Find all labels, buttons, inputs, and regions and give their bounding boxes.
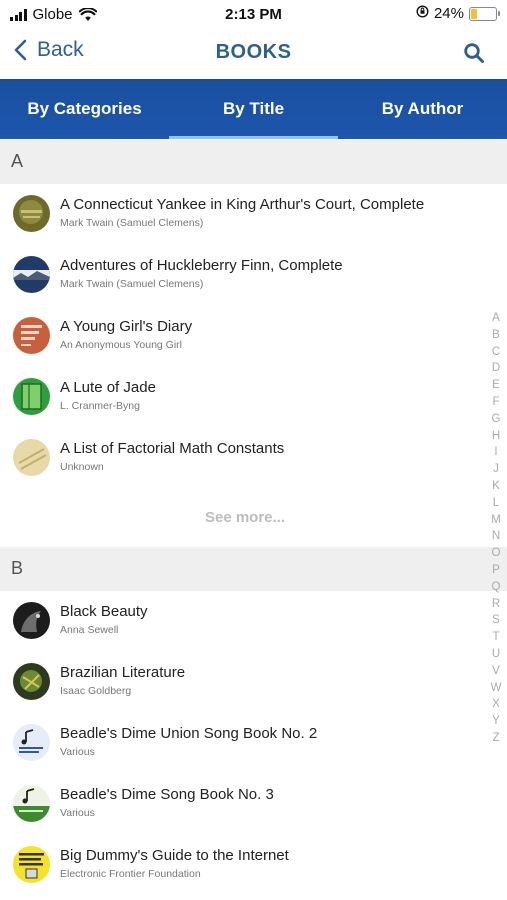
index-letter-d[interactable]: D — [489, 360, 503, 377]
book-title: A Young Girl's Diary — [60, 318, 193, 335]
book-title: Black Beauty — [60, 603, 148, 620]
book-title: Adventures of Huckleberry Finn, Complete — [60, 257, 343, 274]
index-letter-k[interactable]: K — [489, 478, 503, 495]
index-letter-i[interactable]: I — [489, 444, 503, 461]
status-right: 24% — [416, 5, 500, 22]
index-letter-h[interactable]: H — [489, 428, 503, 445]
book-cover — [13, 439, 50, 476]
see-more-link[interactable]: See more... — [0, 509, 490, 526]
search-icon — [464, 43, 484, 63]
index-letter-j[interactable]: J — [489, 461, 503, 478]
orientation-lock-icon — [416, 5, 429, 22]
index-letter-b[interactable]: B — [489, 327, 503, 344]
book-row[interactable]: Big Dummy's Guide to the Internet Electr… — [0, 834, 480, 895]
book-author: Anna Sewell — [60, 624, 119, 636]
section-header-a: A — [0, 140, 507, 184]
book-author: L. Cranmer-Byng — [60, 400, 140, 412]
battery-level — [471, 8, 478, 19]
book-author: Isaac Goldberg — [60, 685, 132, 697]
book-title: A List of Factorial Math Constants — [60, 440, 285, 457]
tab-by-categories[interactable]: By Categories — [0, 79, 169, 139]
section-letter: B — [11, 558, 24, 578]
alphabet-index[interactable]: ABCDEFGHIJKLMNOPQRSTUVWXYZ — [489, 310, 503, 747]
book-title: A Lute of Jade — [60, 379, 156, 396]
section-letter: A — [11, 151, 24, 171]
index-letter-y[interactable]: Y — [489, 713, 503, 730]
tab-by-author[interactable]: By Author — [338, 79, 507, 139]
book-row[interactable]: Adventures of Huckleberry Finn, Complete… — [0, 244, 480, 305]
index-letter-t[interactable]: T — [489, 629, 503, 646]
index-letter-g[interactable]: G — [489, 411, 503, 428]
book-cover — [13, 785, 50, 822]
status-bar: Globe 2:13 PM 24% — [0, 0, 507, 30]
index-letter-s[interactable]: S — [489, 612, 503, 629]
book-title: Brazilian Literature — [60, 664, 186, 681]
index-letter-m[interactable]: M — [489, 512, 503, 529]
book-row[interactable]: A Lute of Jade L. Cranmer-Byng — [0, 366, 480, 427]
book-cover — [13, 195, 50, 232]
index-letter-a[interactable]: A — [489, 310, 503, 327]
book-row[interactable]: Black Beauty Anna Sewell — [0, 590, 480, 651]
book-author: Mark Twain (Samuel Clemens) — [60, 278, 204, 290]
index-letter-n[interactable]: N — [489, 528, 503, 545]
index-letter-q[interactable]: Q — [489, 579, 503, 596]
index-letter-z[interactable]: Z — [489, 730, 503, 747]
index-letter-p[interactable]: P — [489, 562, 503, 579]
index-letter-e[interactable]: E — [489, 377, 503, 394]
page-title: BOOKS — [215, 41, 292, 63]
index-letter-v[interactable]: V — [489, 663, 503, 680]
book-author: Various — [60, 807, 95, 819]
book-title: Beadle's Dime Song Book No. 3 — [60, 786, 274, 803]
index-letter-x[interactable]: X — [489, 696, 503, 713]
index-letter-f[interactable]: F — [489, 394, 503, 411]
battery-icon — [469, 6, 500, 21]
book-cover — [13, 724, 50, 761]
index-letter-o[interactable]: O — [489, 545, 503, 562]
book-cover — [13, 663, 50, 700]
book-row[interactable]: Beadle's Dime Song Book No. 3 Various — [0, 773, 480, 834]
tab-by-title[interactable]: By Title — [169, 79, 338, 139]
book-row[interactable]: Beadle's Dime Union Song Book No. 2 Vari… — [0, 712, 480, 773]
book-row[interactable]: A Young Girl's Diary An Anonymous Young … — [0, 305, 480, 366]
book-author: Mark Twain (Samuel Clemens) — [60, 217, 204, 229]
index-letter-w[interactable]: W — [489, 680, 503, 697]
book-cover — [13, 602, 50, 639]
index-letter-c[interactable]: C — [489, 344, 503, 361]
book-author: An Anonymous Young Girl — [60, 339, 183, 351]
index-letter-u[interactable]: U — [489, 646, 503, 663]
navigation-bar: Back BOOKS — [0, 30, 507, 78]
book-row[interactable]: A List of Factorial Math Constants Unkno… — [0, 427, 480, 488]
battery-percent: 24% — [433, 5, 464, 22]
book-row[interactable]: A Connecticut Yankee in King Arthur's Co… — [0, 183, 480, 244]
book-cover — [13, 256, 50, 293]
book-cover — [13, 846, 50, 883]
index-letter-r[interactable]: R — [489, 596, 503, 613]
book-author: Electronic Frontier Foundation — [60, 868, 201, 880]
book-author: Various — [60, 746, 95, 758]
book-title: Big Dummy's Guide to the Internet — [60, 847, 289, 864]
book-title: Beadle's Dime Union Song Book No. 2 — [60, 725, 318, 742]
tab-bar: By Categories By Title By Author — [0, 79, 507, 139]
section-header-b: B — [0, 547, 507, 591]
book-author: Unknown — [60, 461, 104, 473]
book-cover — [13, 378, 50, 415]
book-title: A Connecticut Yankee in King Arthur's Co… — [60, 196, 425, 213]
search-button[interactable] — [463, 42, 485, 69]
index-letter-l[interactable]: L — [489, 495, 503, 512]
book-cover — [13, 317, 50, 354]
book-row[interactable]: Brazilian Literature Isaac Goldberg — [0, 651, 480, 712]
